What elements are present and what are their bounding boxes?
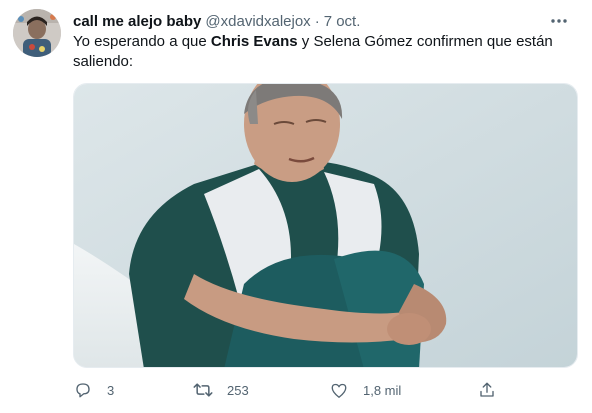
share-icon — [477, 380, 497, 400]
tweet-date[interactable]: 7 oct. — [324, 13, 361, 30]
handle[interactable]: @xdavidxalejox — [205, 13, 310, 30]
display-name[interactable]: call me alejo baby — [73, 13, 201, 30]
tweet-header: call me alejo baby @xdavidxalejox · 7 oc… — [73, 11, 572, 31]
tweet-actions: 3 253 1,8 mil — [73, 379, 513, 401]
retweet-button[interactable]: 253 — [193, 379, 249, 401]
like-count: 1,8 mil — [363, 382, 402, 398]
heart-icon — [329, 380, 349, 400]
reply-button[interactable]: 3 — [73, 379, 114, 401]
retweet-icon — [193, 380, 213, 400]
tweet-text-mention: Chris Evans — [210, 33, 298, 50]
tweet-photo[interactable] — [73, 83, 578, 368]
share-button[interactable] — [477, 379, 497, 401]
reply-count: 3 — [107, 382, 115, 398]
reply-icon — [73, 380, 93, 400]
tweet-text-part1: Yo esperando a que — [73, 33, 211, 50]
more-icon[interactable] — [546, 9, 572, 33]
tweet[interactable]: call me alejo baby @xdavidxalejox · 7 oc… — [0, 0, 592, 413]
like-button[interactable]: 1,8 mil — [329, 379, 401, 401]
avatar[interactable] — [13, 9, 61, 57]
separator-dot: · — [314, 12, 320, 30]
tweet-text: Yo esperando a que Chris Evans y Selena … — [73, 32, 563, 72]
retweet-count: 253 — [227, 382, 249, 398]
